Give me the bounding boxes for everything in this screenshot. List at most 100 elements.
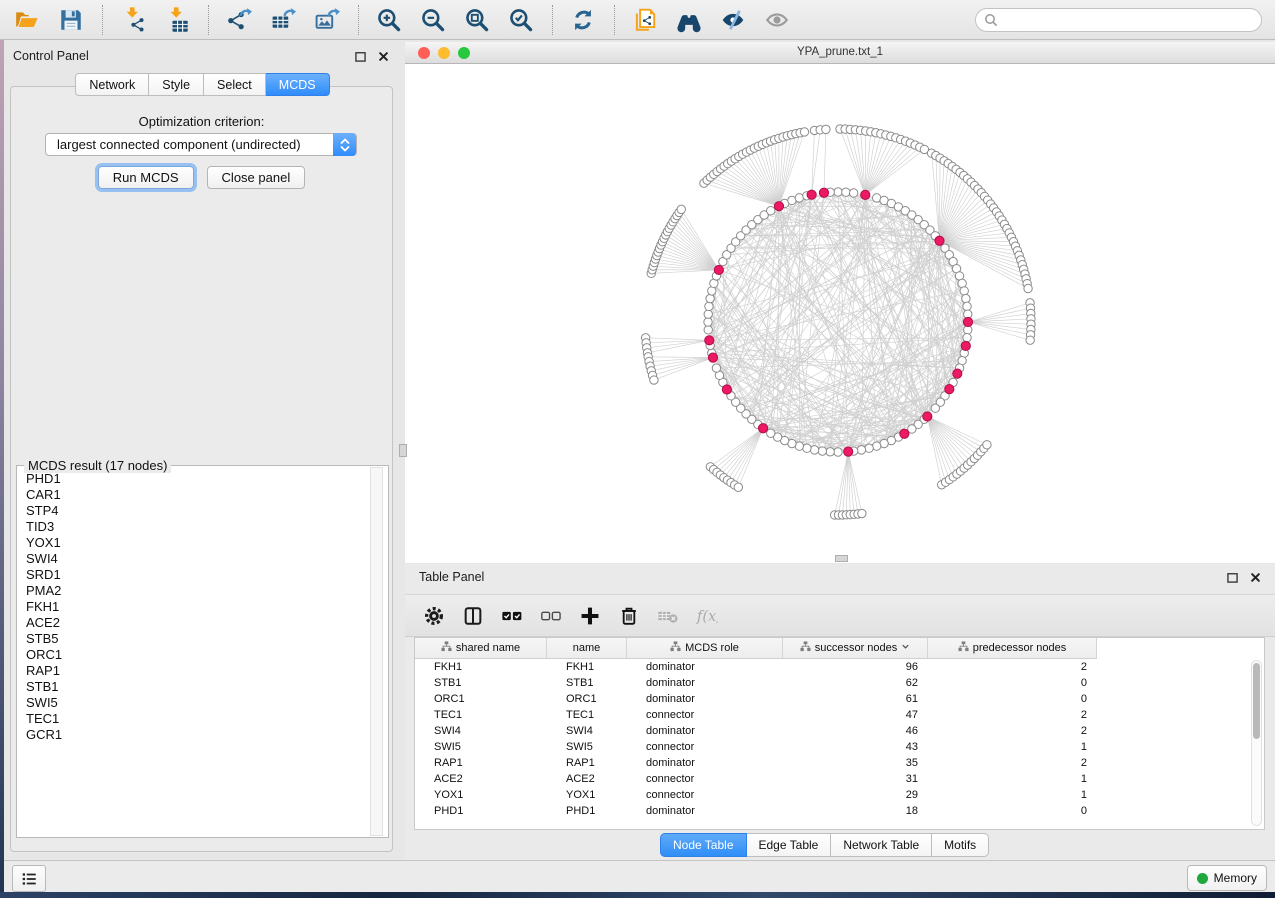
mcds-result-item[interactable]: RAP1 xyxy=(26,663,368,679)
close-panel-icon[interactable] xyxy=(376,49,391,64)
mcds-hub-node[interactable] xyxy=(722,385,731,394)
mcds-hub-node[interactable] xyxy=(861,190,870,199)
tab-style[interactable]: Style xyxy=(149,73,204,96)
import-table-icon[interactable] xyxy=(162,5,192,35)
tab-select[interactable]: Select xyxy=(204,73,266,96)
tab-network[interactable]: Network xyxy=(75,73,149,96)
table-row[interactable]: TEC1TEC1connector472 xyxy=(415,707,1097,723)
zoom-in-icon[interactable] xyxy=(374,5,404,35)
horizontal-split-handle[interactable] xyxy=(835,555,848,562)
mcds-result-item[interactable]: YOX1 xyxy=(26,535,368,551)
export-table-icon[interactable] xyxy=(268,5,298,35)
vertical-split-handle[interactable] xyxy=(399,444,407,457)
deselect-all-rows-icon[interactable] xyxy=(539,604,563,628)
search-field[interactable] xyxy=(975,8,1262,32)
mcds-hub-node[interactable] xyxy=(705,336,714,345)
tab-network-table[interactable]: Network Table xyxy=(831,833,932,857)
tab-edge-table[interactable]: Edge Table xyxy=(747,833,832,857)
table-row[interactable]: FKH1FKH1dominator962 xyxy=(415,659,1097,675)
mcds-result-item[interactable]: SWI4 xyxy=(26,551,368,567)
column-header-shared-name[interactable]: shared name xyxy=(415,638,547,658)
mcds-result-item[interactable]: GCR1 xyxy=(26,727,368,743)
mcds-hub-node[interactable] xyxy=(945,385,954,394)
settings-gear-icon[interactable] xyxy=(422,604,446,628)
tab-node-table[interactable]: Node Table xyxy=(660,833,747,857)
tab-motifs[interactable]: Motifs xyxy=(932,833,989,857)
float-table-panel-icon[interactable] xyxy=(1225,570,1240,585)
mcds-result-item[interactable]: FKH1 xyxy=(26,599,368,615)
zoom-selected-icon[interactable] xyxy=(506,5,536,35)
memory-label: Memory xyxy=(1214,871,1257,885)
close-table-panel-icon[interactable] xyxy=(1248,570,1263,585)
mcds-result-item[interactable]: STB5 xyxy=(26,631,368,647)
mcds-result-item[interactable]: ORC1 xyxy=(26,647,368,663)
mcds-hub-node[interactable] xyxy=(963,317,972,326)
mcds-result-item[interactable]: ACE2 xyxy=(26,615,368,631)
export-network-icon[interactable] xyxy=(224,5,254,35)
network-canvas[interactable] xyxy=(405,64,1275,563)
mcds-hub-node[interactable] xyxy=(935,236,944,245)
float-panel-icon[interactable] xyxy=(353,49,368,64)
tab-mcds[interactable]: MCDS xyxy=(266,73,330,96)
mcds-result-item[interactable]: CAR1 xyxy=(26,487,368,503)
column-header-predecessor-nodes[interactable]: predecessor nodes xyxy=(928,638,1097,658)
table-row[interactable]: SWI5SWI5connector431 xyxy=(415,739,1097,755)
run-mcds-button[interactable]: Run MCDS xyxy=(98,166,194,189)
table-scrollbar-thumb[interactable] xyxy=(1253,663,1260,739)
select-all-rows-icon[interactable] xyxy=(500,604,524,628)
mcds-result-item[interactable]: TEC1 xyxy=(26,711,368,727)
table-cell: FKH1 xyxy=(547,659,627,675)
table-row[interactable]: SWI4SWI4dominator462 xyxy=(415,723,1097,739)
add-column-icon[interactable] xyxy=(578,604,602,628)
mcds-hub-node[interactable] xyxy=(774,202,783,211)
import-network-icon[interactable] xyxy=(118,5,148,35)
table-row[interactable]: STB1STB1dominator620 xyxy=(415,675,1097,691)
save-session-icon[interactable] xyxy=(56,5,86,35)
mcds-hub-node[interactable] xyxy=(807,190,816,199)
table-cell: FKH1 xyxy=(415,659,547,675)
mcds-hub-node[interactable] xyxy=(953,369,962,378)
refresh-layout-icon[interactable] xyxy=(568,5,598,35)
hide-items-icon[interactable] xyxy=(718,5,748,35)
task-history-button[interactable] xyxy=(12,865,46,892)
mcds-list-scrollbar[interactable] xyxy=(370,467,383,836)
mcds-result-item[interactable]: STP4 xyxy=(26,503,368,519)
mcds-hub-node[interactable] xyxy=(844,447,853,456)
toolbar-separator xyxy=(552,5,554,35)
binoculars-find-icon[interactable] xyxy=(674,5,704,35)
column-header-MCDS-role[interactable]: MCDS role xyxy=(627,638,783,658)
mcds-hub-node[interactable] xyxy=(961,341,970,350)
toggle-column-pane-icon[interactable] xyxy=(461,604,485,628)
mcds-hub-node[interactable] xyxy=(819,188,828,197)
mcds-hub-node[interactable] xyxy=(708,353,717,362)
mcds-result-item[interactable]: PMA2 xyxy=(26,583,368,599)
table-row[interactable]: ACE2ACE2connector311 xyxy=(415,771,1097,787)
table-row[interactable]: PHD1PHD1dominator180 xyxy=(415,803,1097,819)
mcds-result-item[interactable]: PHD1 xyxy=(26,471,368,487)
network-file-share-icon[interactable] xyxy=(630,5,660,35)
mcds-hub-node[interactable] xyxy=(900,429,909,438)
mcds-result-item[interactable]: STB1 xyxy=(26,679,368,695)
zoom-out-icon[interactable] xyxy=(418,5,448,35)
table-row[interactable]: RAP1RAP1dominator352 xyxy=(415,755,1097,771)
mcds-hub-node[interactable] xyxy=(923,412,932,421)
mcds-result-item[interactable]: SWI5 xyxy=(26,695,368,711)
close-panel-button[interactable]: Close panel xyxy=(207,166,306,189)
delete-columns-icon[interactable] xyxy=(617,604,641,628)
column-header-name[interactable]: name xyxy=(547,638,627,658)
column-header-successor-nodes[interactable]: successor nodes xyxy=(783,638,928,658)
table-row[interactable]: ORC1ORC1dominator610 xyxy=(415,691,1097,707)
mcds-hub-node[interactable] xyxy=(758,424,767,433)
table-cell: 47 xyxy=(783,707,928,723)
table-scrollbar[interactable] xyxy=(1251,660,1262,826)
mcds-result-item[interactable]: SRD1 xyxy=(26,567,368,583)
mcds-hub-node[interactable] xyxy=(714,265,723,274)
zoom-fit-icon[interactable] xyxy=(462,5,492,35)
table-row[interactable]: YOX1YOX1connector291 xyxy=(415,787,1097,803)
criterion-select[interactable]: largest connected component (undirected) xyxy=(45,133,357,156)
export-image-icon[interactable] xyxy=(312,5,342,35)
open-session-icon[interactable] xyxy=(12,5,42,35)
mcds-result-item[interactable]: TID3 xyxy=(26,519,368,535)
memory-button[interactable]: Memory xyxy=(1187,865,1267,891)
search-input[interactable] xyxy=(999,10,1261,30)
